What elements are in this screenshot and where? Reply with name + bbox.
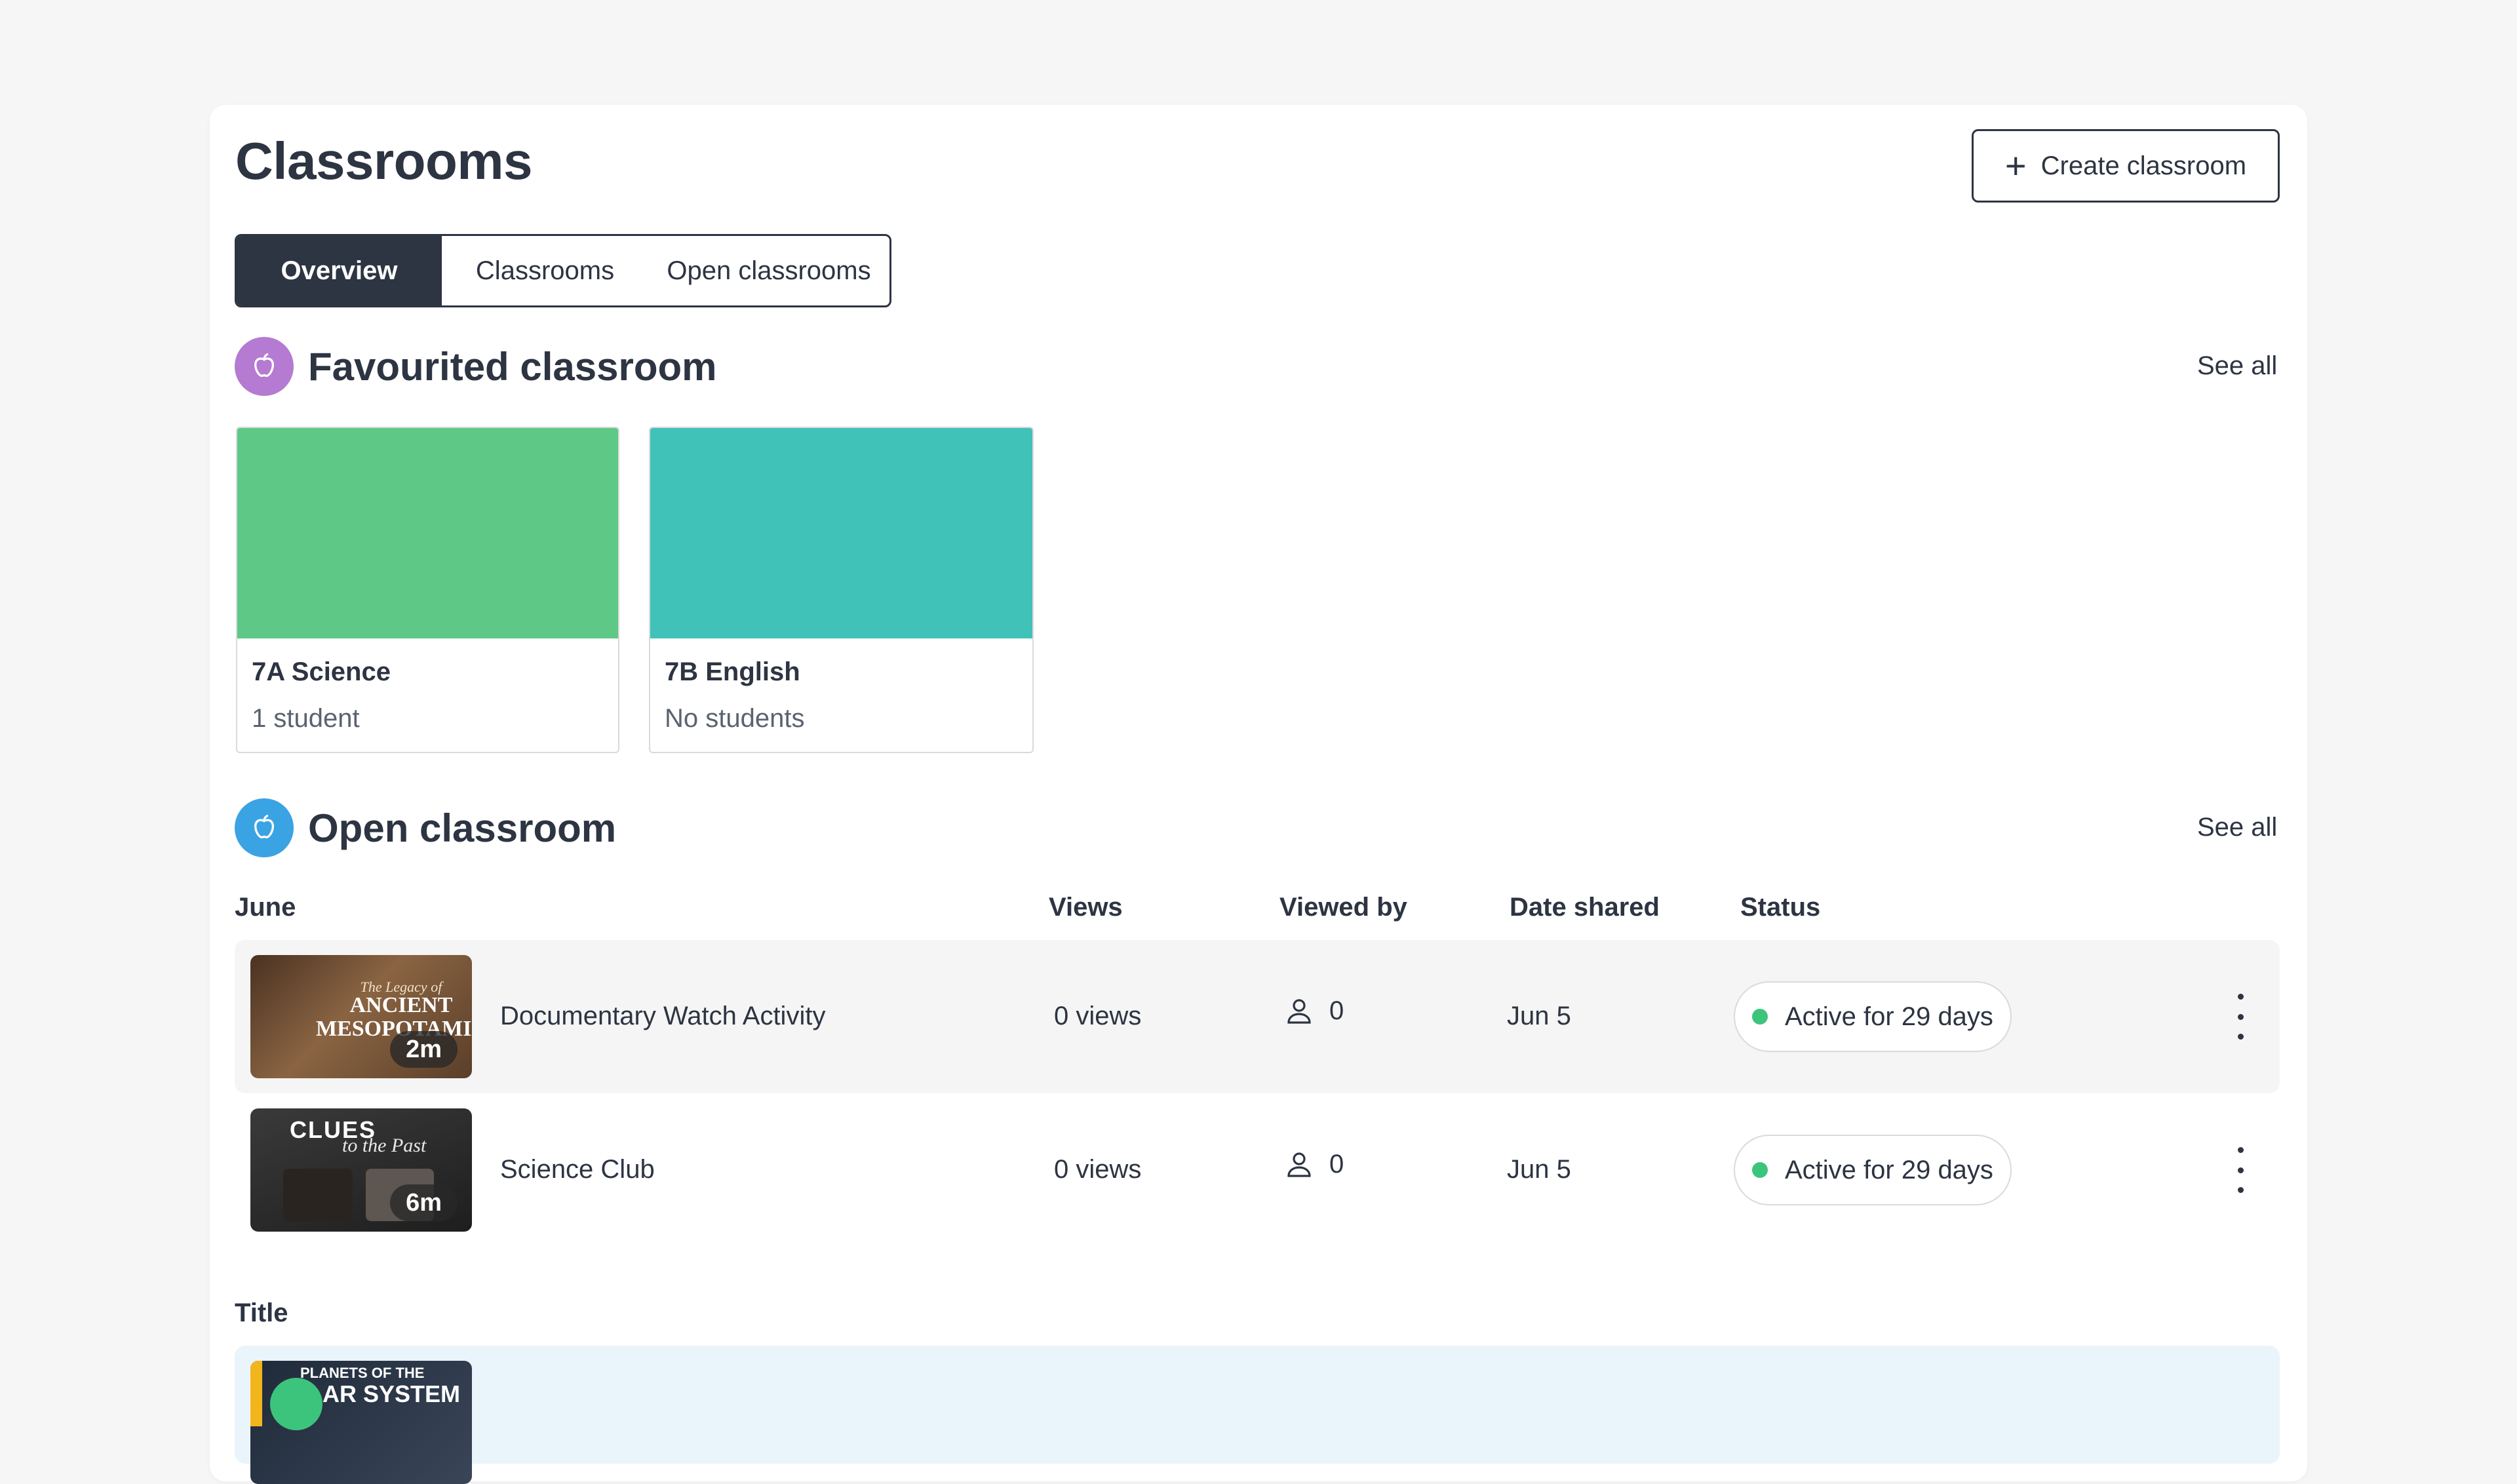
viewed-by-count: 0	[1329, 996, 1344, 1025]
row-viewed-by: 0	[1283, 995, 1344, 1026]
favourited-section-header: Favourited classroom	[235, 337, 717, 396]
person-icon	[1287, 999, 1311, 1024]
page-title: Classrooms	[235, 132, 532, 190]
video-duration-badge: 2m	[390, 1031, 458, 1068]
classroom-card-student-count: 1 student	[252, 704, 360, 733]
table-row[interactable]: The Legacy of ANCIENT MESOPOTAMIA 2m Doc…	[235, 940, 2280, 1093]
open-classroom-section-header: Open classroom	[235, 798, 616, 857]
video-thumbnail: CLUES to the Past 6m	[250, 1108, 472, 1232]
table-row[interactable]: PLANETS OF THE AR SYSTEM	[235, 1346, 2280, 1484]
favourited-section-title: Favourited classroom	[308, 344, 717, 389]
tab-classrooms[interactable]: Classrooms	[442, 236, 648, 305]
row-views: 0 views	[1054, 1002, 1142, 1030]
classroom-card-student-count: No students	[665, 704, 805, 733]
video-thumbnail: PLANETS OF THE AR SYSTEM	[250, 1361, 472, 1484]
tab-open-classrooms[interactable]: Open classrooms	[648, 236, 889, 305]
status-dot	[1752, 1009, 1768, 1025]
row-viewed-by: 0	[1283, 1148, 1344, 1180]
column-header-status: Status	[1740, 893, 1821, 922]
row-date-shared: Jun 5	[1507, 1155, 1571, 1184]
classroom-card-cover	[650, 428, 1032, 638]
thumbnail-accent	[250, 1361, 262, 1426]
column-header-views: Views	[1049, 893, 1123, 922]
open-classroom-see-all-link[interactable]: See all	[2197, 813, 2277, 842]
apple-icon	[235, 337, 294, 396]
video-thumbnail: The Legacy of ANCIENT MESOPOTAMIA 2m	[250, 955, 472, 1078]
lightbulb-icon	[270, 1378, 322, 1430]
row-date-shared: Jun 5	[1507, 1002, 1571, 1030]
table-row[interactable]: CLUES to the Past 6m Science Club 0 view…	[235, 1093, 2280, 1247]
row-title[interactable]: Science Club	[500, 1155, 655, 1184]
more-options-icon[interactable]	[2227, 994, 2254, 1040]
open-classroom-section-title: Open classroom	[308, 806, 617, 850]
thumbnail-caption: to the Past	[342, 1135, 427, 1156]
tab-overview[interactable]: Overview	[237, 236, 442, 305]
main-card	[210, 105, 2307, 1481]
tab-bar: Overview Classrooms Open classrooms	[235, 234, 891, 307]
viewed-by-count: 0	[1329, 1149, 1344, 1179]
status-text: Active for 29 days	[1785, 1002, 1993, 1031]
classroom-card-name: 7A Science	[252, 657, 391, 686]
thumbnail-caption: ANCIENT	[349, 993, 453, 1017]
row-title[interactable]: Documentary Watch Activity	[500, 1002, 825, 1031]
thumbnail-artifact-image	[283, 1169, 353, 1221]
status-badge: Active for 29 days	[1734, 981, 2012, 1052]
classroom-card-7b-english[interactable]: 7B English No students	[649, 427, 1034, 753]
group-heading-june: June	[235, 893, 296, 922]
classroom-card-7a-science[interactable]: 7A Science 1 student	[236, 427, 619, 753]
column-header-date-shared: Date shared	[1510, 893, 1660, 922]
column-header-viewed-by: Viewed by	[1279, 893, 1407, 922]
status-badge: Active for 29 days	[1734, 1135, 2012, 1205]
create-classroom-button[interactable]: + Create classroom	[1972, 129, 2280, 203]
classroom-card-name: 7B English	[665, 657, 800, 686]
person-icon	[1287, 1152, 1311, 1177]
create-classroom-label: Create classroom	[2040, 151, 2247, 180]
row-views: 0 views	[1054, 1155, 1142, 1184]
apple-icon	[235, 798, 294, 857]
status-text: Active for 29 days	[1785, 1155, 1993, 1184]
plus-icon: +	[2004, 145, 2027, 186]
classroom-card-cover	[237, 428, 618, 638]
thumbnail-caption: PLANETS OF THE	[300, 1365, 425, 1381]
thumbnail-caption: AR SYSTEM	[322, 1380, 461, 1407]
status-dot	[1752, 1162, 1768, 1178]
favourited-see-all-link[interactable]: See all	[2197, 351, 2277, 381]
more-options-icon[interactable]	[2227, 1147, 2254, 1193]
group-heading-title: Title	[235, 1298, 288, 1327]
video-duration-badge: 6m	[390, 1184, 458, 1221]
